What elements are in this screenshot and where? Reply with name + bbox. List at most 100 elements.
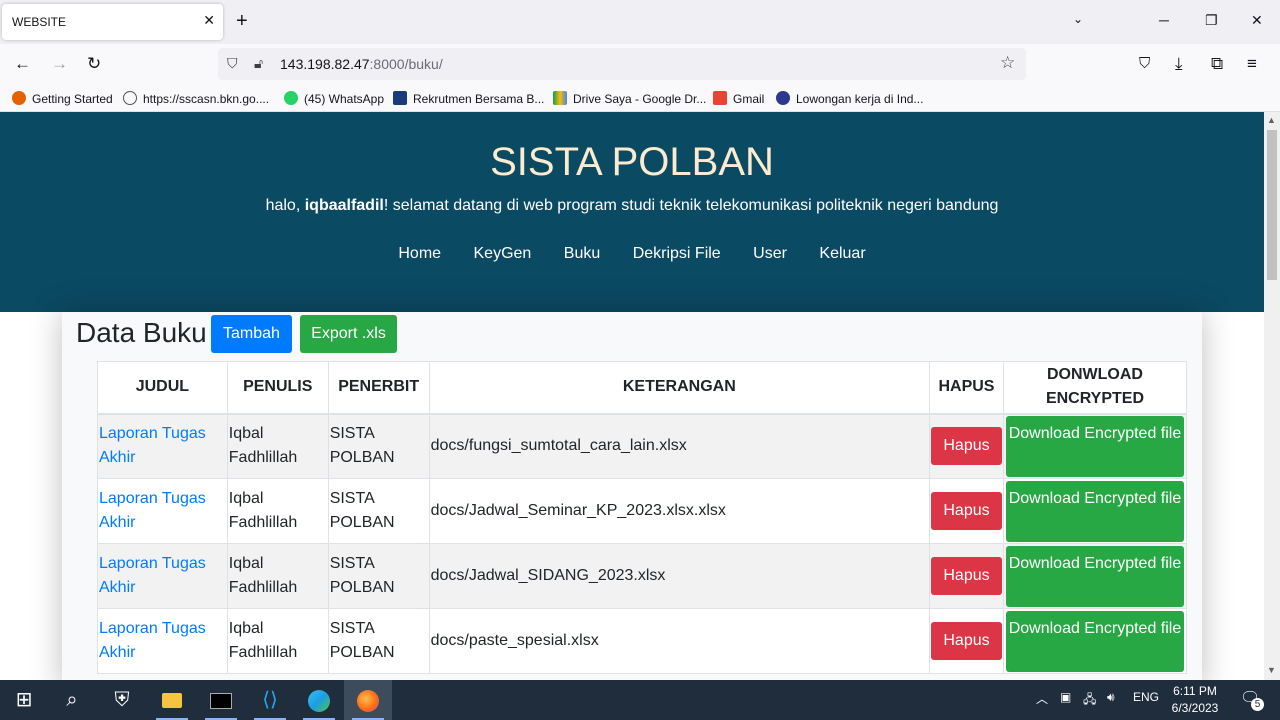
close-window-icon[interactable]: ✕ (1251, 12, 1263, 29)
whatsapp-icon (284, 91, 298, 105)
volume-icon[interactable]: 🔊︎ (1107, 690, 1115, 705)
chevron-up-icon[interactable]: ︿ (1036, 690, 1048, 707)
column-header-download: DONWLOAD ENCRYPTED (1002, 361, 1188, 415)
site-title: SISTA POLBAN (490, 140, 774, 184)
language-indicator[interactable]: ENG (1133, 690, 1159, 704)
network-icon[interactable]: 🖧︎ (1083, 690, 1096, 711)
taskbar: ⊞ ⌕ ⛨ ⟨⟩ ︿ ▣ 🖧︎ 🔊︎ ENG 6:11 PM 6/3/2023 … (0, 680, 1280, 720)
bookmark-label: Getting Started (32, 92, 113, 106)
hapus-button[interactable]: Hapus (930, 427, 1002, 466)
scrollbar-thumb[interactable] (1267, 130, 1277, 280)
judul-link[interactable]: Laporan Tugas Akhir (99, 555, 206, 596)
add-button[interactable]: Tambah (211, 315, 292, 353)
judul-link[interactable]: Laporan Tugas Akhir (99, 425, 206, 466)
export-xls-button[interactable]: Export .xls (300, 315, 397, 353)
content-container: Data Buku Tambah Export .xls JUDUL PENUL… (62, 312, 1202, 680)
cell-hapus: Hapus (928, 608, 1004, 674)
bookmarks-bar: Getting Started https://sscasn.bkn.go...… (0, 85, 1280, 112)
bookmark-label: Gmail (733, 92, 765, 106)
menu-home[interactable]: Home (398, 245, 441, 262)
new-tab-icon[interactable]: + (236, 10, 248, 32)
cell-penulis: Iqbal Fadhlillah (226, 413, 329, 479)
column-header-judul: JUDUL (97, 361, 228, 415)
chevron-down-icon[interactable]: ⌄ (1073, 12, 1083, 26)
cell-download: Download Encrypted file (1002, 478, 1188, 544)
system-clock[interactable]: 6:11 PM 6/3/2023 (1160, 683, 1230, 717)
pocket-icon[interactable]: ⛉ (1139, 54, 1150, 74)
bookmark-item[interactable]: (45) WhatsApp (284, 91, 384, 106)
back-icon[interactable]: ← (14, 54, 31, 74)
site-header: SISTA POLBAN halo, iqbaalfadil! selamat … (0, 112, 1264, 312)
cell-penerbit: SISTA POLBAN (327, 543, 430, 609)
bookmark-item[interactable]: Rekrutmen Bersama B... (393, 91, 544, 106)
meet-icon[interactable]: ▣ (1060, 690, 1071, 704)
notification-count: 5 (1251, 698, 1264, 711)
download-icon[interactable]: ⤓ (1175, 54, 1183, 74)
download-encrypted-button[interactable]: Download Encrypted file (1005, 610, 1184, 672)
file-explorer-icon[interactable] (148, 680, 196, 720)
insecure-lock-icon[interactable]: 🔓︎ (254, 55, 263, 72)
scroll-up-icon[interactable]: ▲ (1267, 115, 1276, 125)
cell-penulis: Iqbal Fadhlillah (226, 478, 329, 544)
download-encrypted-button[interactable]: Download Encrypted file (1005, 415, 1184, 477)
bookmark-item[interactable]: Drive Saya - Google Dr... (553, 91, 706, 106)
bookmark-item[interactable]: https://sscasn.bkn.go.... (123, 91, 269, 106)
url-text[interactable]: 143.198.82.47:8000/buku/ (280, 56, 443, 72)
gmail-icon (713, 91, 727, 105)
close-tab-icon[interactable]: ✕ (203, 12, 215, 29)
page-title: Data Buku (76, 317, 207, 348)
bookmark-star-icon[interactable]: ☆ (1000, 53, 1015, 73)
cell-keterangan: docs/Jadwal_Seminar_KP_2023.xlsx.xlsx (428, 478, 930, 544)
scroll-down-icon[interactable]: ▼ (1267, 665, 1276, 675)
reload-icon[interactable]: ↻ (87, 54, 101, 74)
judul-link[interactable]: Laporan Tugas Akhir (99, 490, 206, 531)
menu-user[interactable]: User (753, 245, 787, 262)
menu-dekripsi-file[interactable]: Dekripsi File (633, 245, 721, 262)
greeting-text: halo, iqbaalfadil! selamat datang di web… (0, 197, 1264, 215)
menu-icon[interactable]: ≡ (1247, 54, 1257, 74)
menu-keygen[interactable]: KeyGen (474, 245, 532, 262)
cell-keterangan: docs/Jadwal_SIDANG_2023.xlsx (428, 543, 930, 609)
url-path: :8000/buku/ (369, 56, 443, 72)
hapus-button[interactable]: Hapus (930, 557, 1002, 595)
security-shield-icon[interactable]: ⛨ (98, 680, 146, 720)
search-icon[interactable]: ⌕ (48, 680, 96, 720)
restore-icon[interactable]: ❐ (1205, 12, 1218, 29)
cell-penulis: Iqbal Fadhlillah (226, 543, 329, 609)
browser-tab[interactable]: WEBSITE ✕ (2, 4, 223, 40)
edge-icon[interactable] (295, 680, 343, 720)
firefox-icon (12, 91, 26, 105)
forward-icon[interactable]: → (51, 54, 68, 74)
cell-penerbit: SISTA POLBAN (327, 413, 430, 479)
cell-keterangan: docs/paste_spesial.xlsx (428, 608, 930, 674)
minimize-icon[interactable]: ─ (1159, 12, 1169, 28)
page-scrollbar[interactable]: ▲ ▼ (1264, 112, 1280, 680)
column-header-penulis: PENULIS (226, 361, 329, 415)
windows-start-icon[interactable]: ⊞ (0, 680, 48, 720)
cell-judul: Laporan Tugas Akhir (97, 413, 228, 479)
extensions-icon[interactable]: ⧉ (1211, 54, 1223, 74)
terminal-icon[interactable] (197, 680, 245, 720)
cell-judul: Laporan Tugas Akhir (97, 608, 228, 674)
vscode-icon[interactable]: ⟨⟩ (246, 680, 294, 720)
cell-penulis: Iqbal Fadhlillah (226, 608, 329, 674)
menu-buku[interactable]: Buku (564, 245, 600, 262)
hapus-button[interactable]: Hapus (930, 492, 1002, 530)
bookmark-item[interactable]: Lowongan kerja di Ind... (776, 91, 923, 106)
hapus-button[interactable]: Hapus (930, 622, 1002, 660)
download-encrypted-button[interactable]: Download Encrypted file (1005, 545, 1184, 607)
greeting-prefix: halo, (265, 197, 305, 214)
menu-keluar[interactable]: Keluar (819, 245, 865, 262)
bookmark-item[interactable]: Gmail (713, 91, 764, 106)
greeting-suffix: ! selamat datang di web program studi te… (383, 197, 999, 214)
navigation-bar: ← → ↻ ⛉ 🔓︎ 143.198.82.47:8000/buku/ ☆ ⛉ … (0, 44, 1280, 85)
cell-download: Download Encrypted file (1002, 543, 1188, 609)
firefox-taskbar-icon[interactable] (344, 680, 392, 720)
tab-strip: WEBSITE ✕ + ⌄ ─ ❐ ✕ (0, 0, 1280, 44)
shield-icon[interactable]: ⛉ (227, 55, 238, 72)
download-encrypted-button[interactable]: Download Encrypted file (1005, 480, 1184, 542)
bookmark-item[interactable]: Getting Started (12, 91, 113, 106)
table-row: Laporan Tugas Akhir Iqbal Fadhlillah SIS… (97, 543, 1188, 609)
address-bar[interactable]: ⛉ 🔓︎ 143.198.82.47:8000/buku/ ☆ (218, 48, 1026, 80)
judul-link[interactable]: Laporan Tugas Akhir (99, 620, 206, 661)
